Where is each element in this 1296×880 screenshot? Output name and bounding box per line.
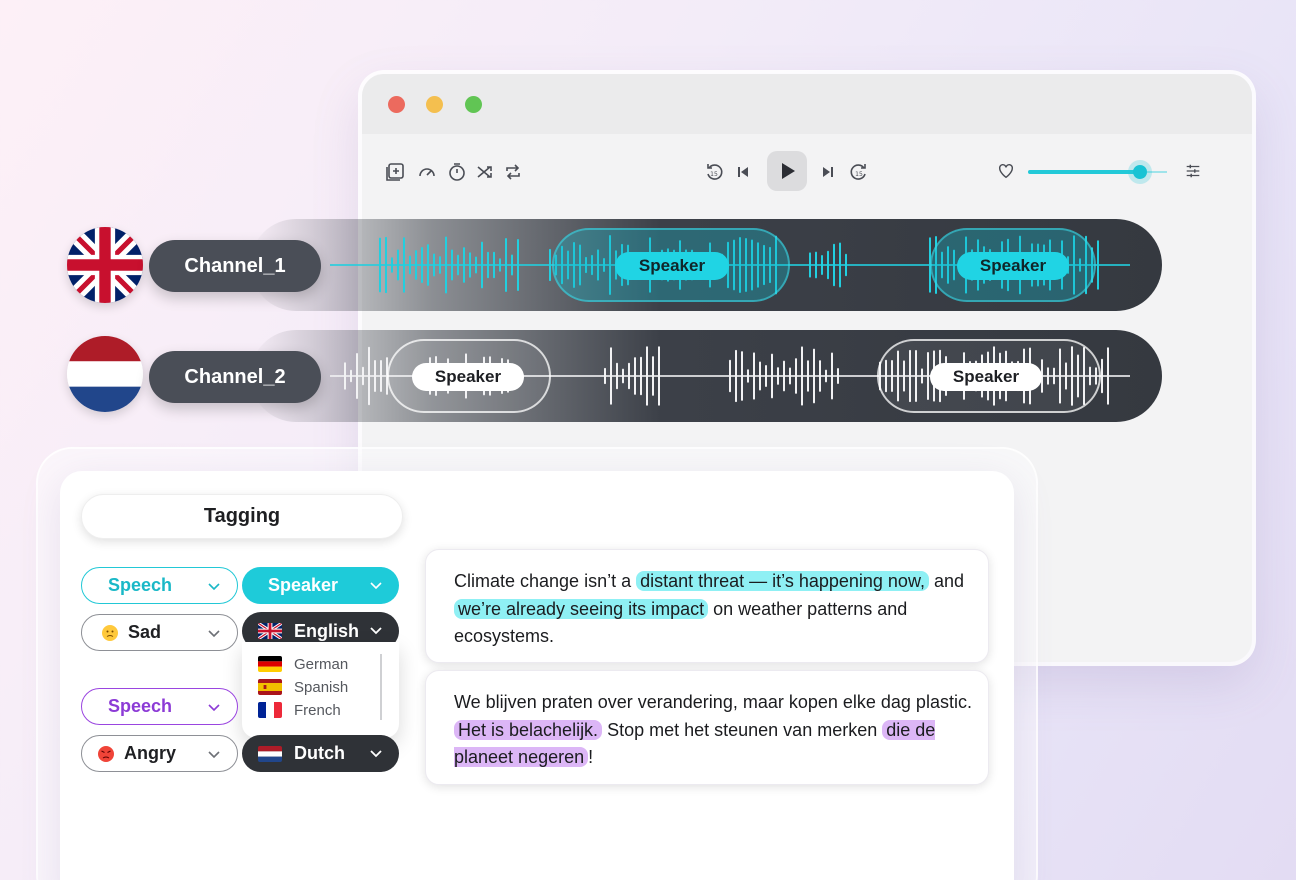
volume-slider-knob[interactable] xyxy=(1128,160,1152,184)
role-dropdown-label: Speaker xyxy=(268,575,339,595)
type-dropdown-label: Speech xyxy=(108,696,173,716)
language-dropdown-2[interactable]: Dutch xyxy=(242,735,399,772)
transcript-card-english[interactable]: Climate change isn’t a distant threat — … xyxy=(425,549,989,663)
channel-1-label[interactable]: Channel_1 xyxy=(149,240,321,292)
emotion-dropdown-1[interactable]: Sad xyxy=(81,614,238,651)
speaker-tag[interactable]: Speaker xyxy=(957,252,1069,280)
role-dropdown-1[interactable]: Speaker xyxy=(242,567,399,604)
angry-face-icon xyxy=(98,745,114,762)
add-track-icon[interactable] xyxy=(384,162,406,184)
chevron-down-icon xyxy=(370,627,382,635)
uk-flag-icon xyxy=(67,227,143,303)
speed-icon[interactable] xyxy=(416,162,438,184)
type-dropdown-1[interactable]: Speech xyxy=(81,567,238,604)
chevron-down-icon xyxy=(208,630,220,638)
tagging-title: Tagging xyxy=(81,494,403,539)
highlighted-segment[interactable]: distant threat — it’s happening now, xyxy=(636,571,929,591)
play-icon xyxy=(782,163,795,179)
language-option-german[interactable]: German xyxy=(258,654,348,674)
speaker-tag[interactable]: Speaker xyxy=(615,252,729,280)
emotion-dropdown-label: Sad xyxy=(128,622,162,642)
maximize-window-button[interactable] xyxy=(465,96,482,113)
channel-2-label[interactable]: Channel_2 xyxy=(149,351,321,403)
language-option-label: German xyxy=(294,655,349,673)
highlighted-segment[interactable]: Het is belachelijk. xyxy=(454,719,603,740)
language-option-label: French xyxy=(294,701,341,719)
play-button[interactable] xyxy=(767,151,807,191)
equalizer-settings-icon[interactable] xyxy=(1182,162,1204,184)
title-bar xyxy=(362,74,1252,134)
speaker-tag[interactable]: Speaker xyxy=(930,363,1042,391)
language-dropdown-label: English xyxy=(294,620,360,641)
chevron-down-icon xyxy=(370,750,382,758)
netherlands-flag-icon xyxy=(67,336,143,412)
skip-forward-icon[interactable] xyxy=(817,162,839,184)
language-option-label: Spanish xyxy=(294,678,349,696)
uk-flag-icon xyxy=(258,623,282,639)
speaker-tag[interactable]: Speaker xyxy=(412,363,524,391)
france-flag-icon xyxy=(258,702,282,718)
language-option-spanish[interactable]: Spanish xyxy=(258,677,348,697)
language-dropdown-label: Dutch xyxy=(294,743,345,763)
chevron-down-icon xyxy=(370,582,382,590)
volume-slider[interactable] xyxy=(1028,170,1140,174)
repeat-icon[interactable] xyxy=(502,162,524,184)
rewind-15-icon[interactable]: 15 xyxy=(703,162,725,184)
player-toolbar: 15 15 xyxy=(362,134,1252,214)
type-dropdown-label: Speech xyxy=(108,575,173,595)
shuffle-icon[interactable] xyxy=(474,162,496,184)
chevron-down-icon xyxy=(208,583,220,591)
skip-back-icon[interactable] xyxy=(732,162,754,184)
highlighted-segment[interactable]: we’re already seeing its impact xyxy=(454,598,709,619)
timer-icon[interactable] xyxy=(446,162,468,184)
emotion-dropdown-label: Angry xyxy=(124,743,177,763)
channel-2-track[interactable]: Speaker Speaker xyxy=(250,330,1162,422)
channel-1-track[interactable]: Speaker Speaker xyxy=(250,219,1162,311)
svg-text:15: 15 xyxy=(855,171,863,178)
transcript-text: Stop met het steunen van merken xyxy=(602,719,883,740)
minimize-window-button[interactable] xyxy=(426,96,443,113)
transcript-text: ! xyxy=(588,747,594,767)
heart-icon[interactable] xyxy=(995,162,1017,184)
germany-flag-icon xyxy=(258,656,282,672)
language-menu-scrollbar[interactable] xyxy=(380,654,382,720)
chevron-down-icon xyxy=(208,704,220,712)
sad-face-icon xyxy=(102,624,118,641)
language-menu: German Spanish French xyxy=(242,642,399,738)
forward-15-icon[interactable]: 15 xyxy=(848,162,870,184)
language-option-french[interactable]: French xyxy=(258,700,341,720)
svg-text:15: 15 xyxy=(710,171,718,178)
chevron-down-icon xyxy=(208,751,220,759)
transcript-text: Climate change isn’t a xyxy=(454,571,637,591)
close-window-button[interactable] xyxy=(388,96,405,113)
transcript-text: and xyxy=(928,571,964,591)
transcript-text: We blijven praten over verandering, maar… xyxy=(454,692,972,712)
emotion-dropdown-2[interactable]: Angry xyxy=(81,735,238,772)
type-dropdown-2[interactable]: Speech xyxy=(81,688,238,725)
transcript-card-dutch[interactable]: We blijven praten over verandering, maar… xyxy=(425,670,989,785)
netherlands-flag-icon xyxy=(258,745,282,762)
spain-flag-icon xyxy=(258,679,282,695)
